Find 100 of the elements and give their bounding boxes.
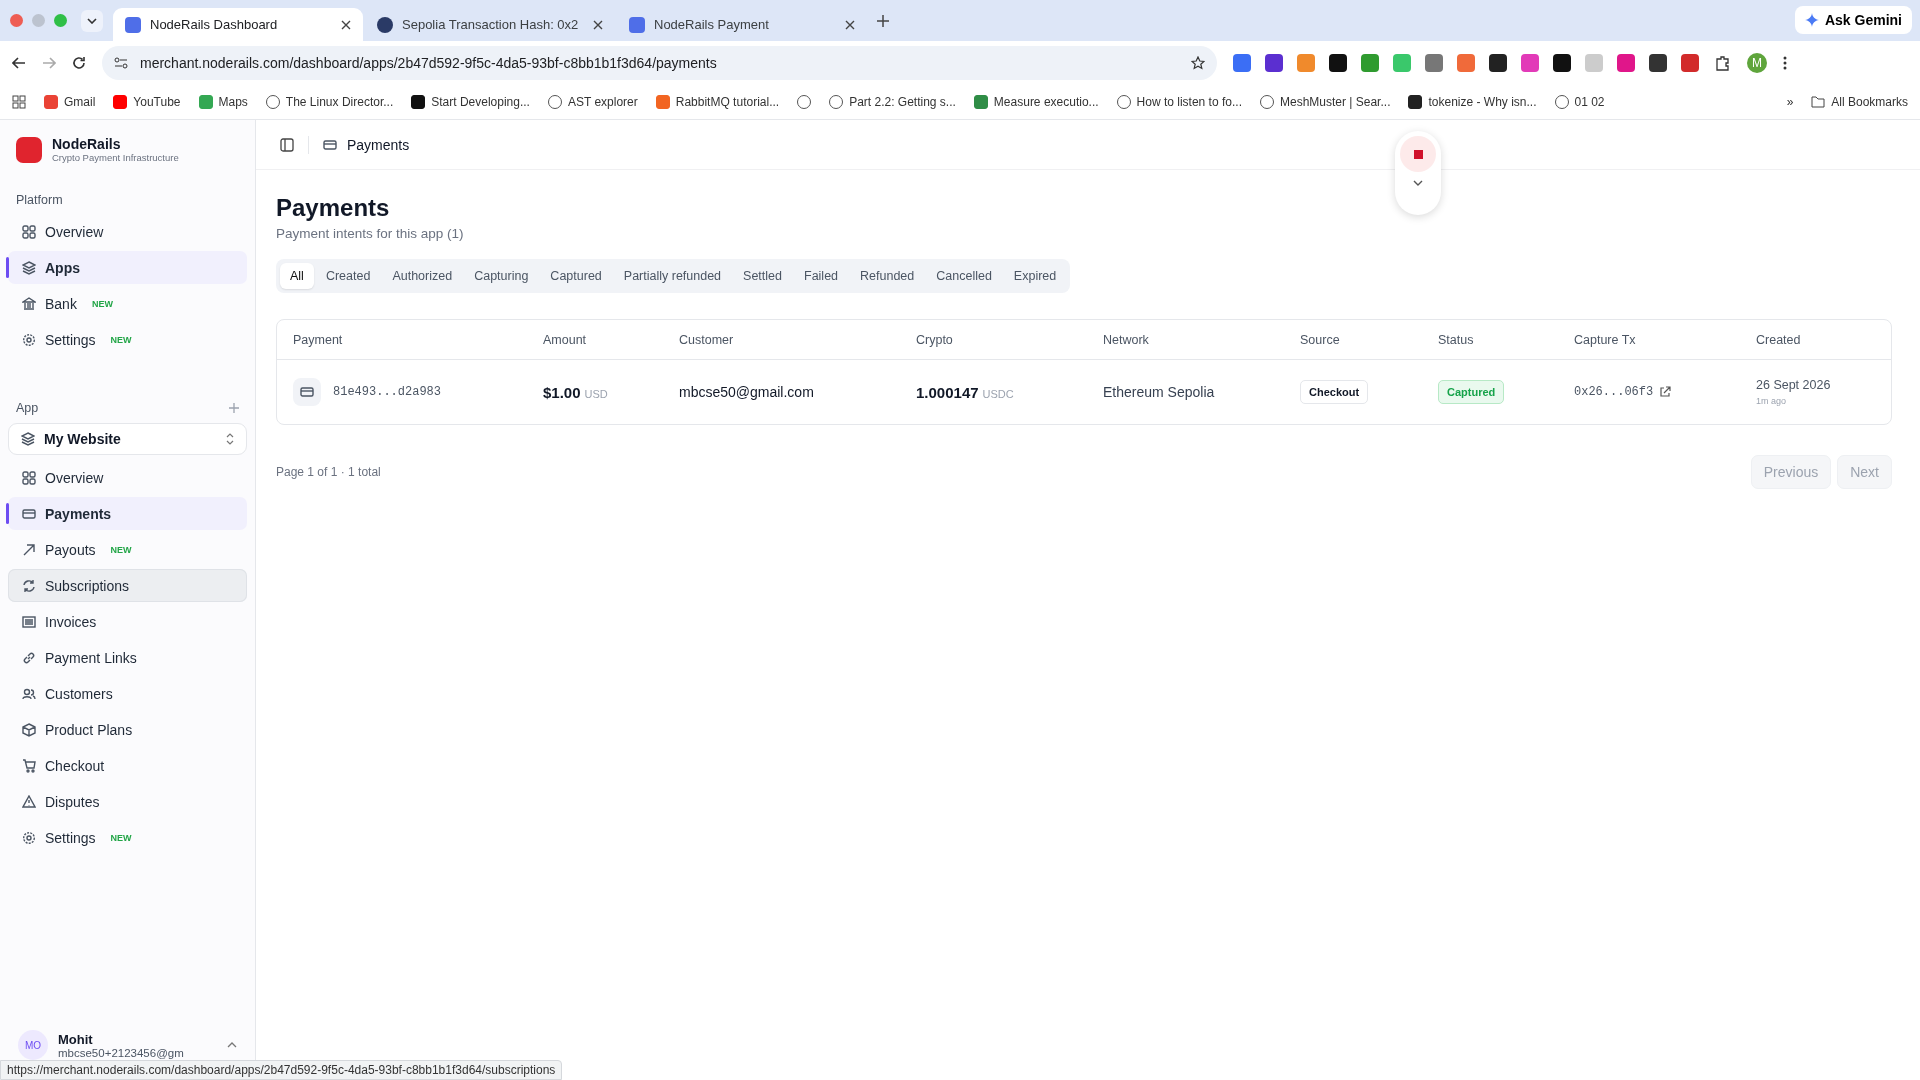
nav-item[interactable]: Customers	[8, 677, 247, 710]
nav-item[interactable]: Product Plans	[8, 713, 247, 746]
new-tab-icon[interactable]	[877, 14, 889, 27]
crypto-amount: 1.000147	[916, 383, 979, 401]
menu-icon[interactable]	[1783, 56, 1787, 70]
users-icon	[22, 686, 36, 701]
column-header: Amount	[543, 332, 588, 347]
browser-tab[interactable]: NodeRails Payment	[617, 8, 867, 41]
back-icon[interactable]	[12, 57, 26, 69]
close-icon[interactable]	[593, 19, 603, 30]
filter-tab[interactable]: Partially refunded	[613, 263, 732, 289]
bookmark[interactable]: tokenize - Why isn...	[1408, 95, 1537, 109]
bookmark[interactable]: The Linux Director...	[265, 95, 394, 109]
filter-tab[interactable]: Refunded	[850, 263, 925, 289]
bookmark[interactable]: RabbitMQ tutorial...	[655, 95, 780, 109]
filter-tab[interactable]: Settled	[733, 263, 792, 289]
close-icon[interactable]	[341, 19, 351, 30]
external-link-icon[interactable]	[1659, 386, 1672, 398]
bookmark[interactable]: Start Developing...	[411, 95, 530, 109]
bookmark[interactable]: Gmail	[44, 95, 96, 109]
tab-search-button[interactable]	[81, 9, 103, 32]
favicon-icon	[377, 16, 393, 33]
address-bar[interactable]: merchant.noderails.com/dashboard/apps/2b47d592-9f5c-4da5-93bf-c8bb1b1f3d64/payments	[102, 46, 1217, 80]
close-icon[interactable]	[845, 19, 855, 30]
nav-item[interactable]: Bank NEW	[8, 287, 247, 320]
stop-recording-button[interactable]	[1400, 136, 1436, 172]
bookmark[interactable]: AST explorer	[547, 95, 638, 109]
reload-icon[interactable]	[72, 56, 86, 70]
transaction-link[interactable]: 0x26...06f3	[1574, 385, 1654, 399]
nav-item[interactable]: Overview	[8, 461, 247, 494]
warning-icon	[22, 794, 36, 809]
more-bookmarks-button[interactable]: »	[1786, 95, 1794, 109]
bookmark[interactable]: Maps	[198, 95, 248, 109]
relative-time: 1m ago	[1756, 396, 1788, 406]
all-bookmarks-button[interactable]: All Bookmarks	[1811, 95, 1908, 109]
close-window-button[interactable]	[10, 14, 23, 27]
bookmark[interactable]: How to listen to fo...	[1116, 95, 1242, 109]
tab-title: NodeRails Payment	[654, 17, 770, 32]
nav-item[interactable]: Payments	[8, 497, 247, 530]
favicon-icon	[125, 16, 141, 33]
favicon-icon	[113, 95, 128, 109]
payment-id: 81e493...d2a983	[333, 385, 442, 399]
user-name: Mohit	[58, 1031, 94, 1047]
bookmark[interactable]: YouTube	[113, 95, 181, 109]
nav-item[interactable]: Subscriptions	[8, 569, 247, 602]
nav-item[interactable]: Invoices	[8, 605, 247, 638]
star-icon[interactable]	[1191, 56, 1205, 70]
sidebar-toggle-icon[interactable]	[280, 137, 294, 152]
tab-title: NodeRails Dashboard	[150, 17, 279, 32]
chevron-up-icon[interactable]	[227, 1042, 237, 1048]
ask-gemini-button[interactable]: Ask Gemini	[1794, 6, 1912, 34]
chevron-down-icon[interactable]	[1413, 180, 1423, 186]
layers-icon	[22, 260, 36, 275]
filter-tab[interactable]: Failed	[794, 263, 849, 289]
user-avatar: MO	[18, 1030, 48, 1060]
card-icon	[293, 378, 321, 406]
column-header: Crypto	[916, 332, 954, 347]
bookmark[interactable]: Part 2.2: Getting s...	[829, 95, 956, 109]
filter-tab[interactable]: Authorized	[382, 263, 463, 289]
new-label: NEW	[91, 298, 113, 309]
network: Ethereum Sepolia	[1103, 384, 1216, 400]
column-header: Source	[1300, 332, 1341, 347]
logo-icon	[16, 136, 42, 163]
bookmark[interactable]: 01 02	[1554, 95, 1605, 109]
extension-icon[interactable]	[1265, 54, 1283, 72]
puzzle-icon[interactable]	[1715, 55, 1731, 71]
nav-item[interactable]: Checkout	[8, 749, 247, 782]
amount: $1.00	[543, 383, 581, 401]
bookmark[interactable]: Measure executio...	[973, 95, 1099, 109]
filter-tab[interactable]: Expired	[1003, 263, 1067, 289]
favicon-icon	[655, 95, 670, 109]
extension-icon[interactable]	[1649, 54, 1667, 72]
customer-email: mbcse50@gmail.com	[679, 384, 815, 400]
bookmark[interactable]: MeshMuster | Sear...	[1259, 95, 1391, 109]
site-settings-icon	[114, 57, 128, 69]
filter-tab[interactable]: Captured	[540, 263, 612, 289]
extension-icon[interactable]	[1489, 54, 1507, 72]
favicon-icon	[411, 95, 426, 109]
card-icon	[323, 137, 337, 152]
currency: USD	[584, 387, 608, 400]
nav-item[interactable]: Payouts NEW	[8, 533, 247, 566]
browser-tab[interactable]: Sepolia Transaction Hash: 0x2	[365, 8, 615, 41]
favicon-icon	[44, 95, 58, 109]
filter-tab[interactable]: Cancelled	[926, 263, 1002, 289]
nav-item[interactable]: Disputes	[8, 785, 247, 818]
extension-icon[interactable]	[1329, 54, 1347, 72]
nav-item[interactable]: Settings NEW	[8, 821, 247, 854]
nav-item[interactable]: Payment Links	[8, 641, 247, 674]
nav-item[interactable]: Apps	[8, 251, 247, 284]
extension-icon[interactable]	[1553, 54, 1571, 72]
settings-icon	[22, 830, 36, 845]
apps-grid-icon[interactable]	[12, 95, 26, 109]
nav-item[interactable]: Overview	[8, 215, 247, 248]
filter-tab[interactable]: Created	[315, 263, 381, 289]
filter-tab[interactable]: Capturing	[464, 263, 539, 289]
browser-tab[interactable]: NodeRails Dashboard	[113, 8, 363, 41]
app-selector[interactable]: My Website	[8, 423, 247, 455]
url-text: merchant.noderails.com/dashboard/apps/2b47d592-9f5c-4da5-93bf-c8bb1b1f3d64/payments	[140, 55, 718, 71]
filter-tab[interactable]: All	[280, 263, 314, 289]
nav-item[interactable]: Settings NEW	[8, 323, 247, 356]
